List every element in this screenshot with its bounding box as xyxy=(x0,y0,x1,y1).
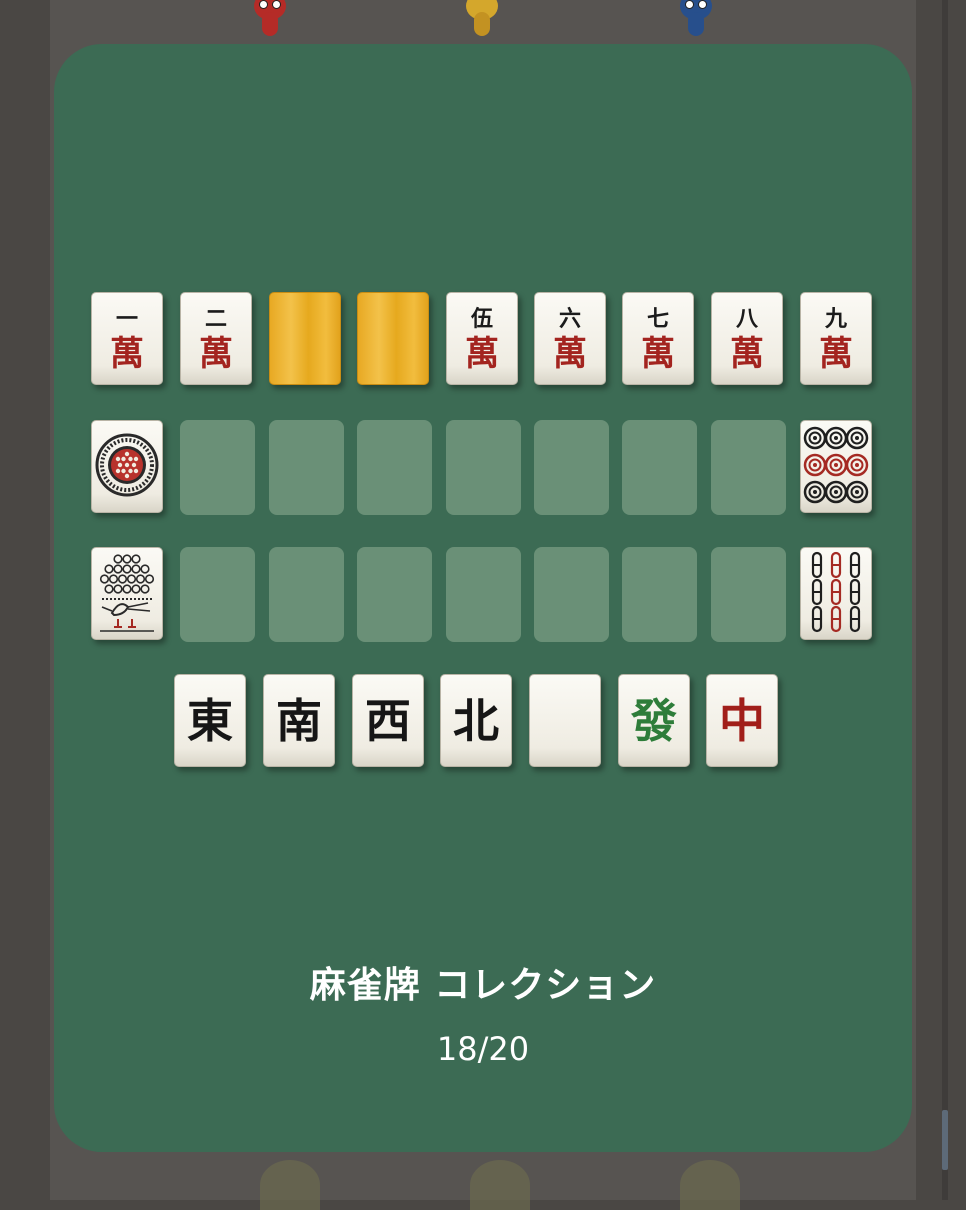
tile-honor-label: 北 xyxy=(453,693,499,748)
yellow-mascot-icon xyxy=(462,0,502,40)
collection-title: 麻雀牌 コレクション xyxy=(309,965,657,1006)
honor-tile[interactable]: 東 xyxy=(174,674,246,767)
sou9-tile[interactable] xyxy=(800,547,872,640)
empty-tile-slot xyxy=(269,420,344,515)
red-mascot-icon xyxy=(250,0,290,40)
tile-suit-label: 萬 xyxy=(553,333,587,374)
blue-mascot-icon xyxy=(676,0,716,40)
honor-tile[interactable]: 北 xyxy=(440,674,512,767)
manzu-tile[interactable]: 七萬 xyxy=(622,292,694,385)
empty-tile-slot xyxy=(357,547,432,642)
peacock-icon xyxy=(94,549,160,639)
tile-honor-label: 發 xyxy=(631,693,677,748)
scrollbar-thumb[interactable] xyxy=(942,1110,948,1170)
tile-number-label: 七 xyxy=(646,305,669,332)
pin9-tile[interactable] xyxy=(800,420,872,513)
tile-honor-label: 西 xyxy=(365,693,411,748)
tile-suit-label: 萬 xyxy=(730,333,764,374)
honor-tile[interactable]: 西 xyxy=(352,674,424,767)
tile-honor-label: 南 xyxy=(276,693,322,748)
empty-tile-slot xyxy=(711,420,786,515)
nine-circles-icon xyxy=(803,424,869,510)
tile-number-label: 伍 xyxy=(470,305,493,332)
hidden-tile[interactable] xyxy=(269,292,341,385)
sou1-tile[interactable] xyxy=(91,547,163,640)
empty-tile-slot xyxy=(180,547,255,642)
honor-tile[interactable]: 南 xyxy=(263,674,335,767)
hidden-tile[interactable] xyxy=(357,292,429,385)
tile-suit-label: 萬 xyxy=(110,333,144,374)
pin1-tile[interactable] xyxy=(91,420,163,513)
nine-bamboo-icon xyxy=(803,549,869,639)
manzu-tile[interactable]: 伍萬 xyxy=(446,292,518,385)
empty-tile-slot xyxy=(446,420,521,515)
tile-number-label: 六 xyxy=(558,305,581,332)
one-circle-icon xyxy=(94,432,160,502)
empty-tile-slot xyxy=(357,420,432,515)
manzu-tile[interactable]: 二萬 xyxy=(180,292,252,385)
tile-number-label: 八 xyxy=(735,305,758,332)
tile-number-label: 二 xyxy=(204,305,227,332)
empty-tile-slot xyxy=(622,420,697,515)
tile-suit-label: 萬 xyxy=(819,333,853,374)
plant-decoration xyxy=(470,1160,530,1210)
scrollbar-track[interactable] xyxy=(942,0,948,1200)
tile-suit-label: 萬 xyxy=(199,333,233,374)
manzu-tile[interactable]: 一萬 xyxy=(91,292,163,385)
tile-honor-label: 中 xyxy=(719,693,765,748)
empty-tile-slot xyxy=(711,547,786,642)
plant-decoration xyxy=(260,1160,320,1210)
empty-tile-slot xyxy=(446,547,521,642)
plant-decoration xyxy=(680,1160,740,1210)
empty-tile-slot xyxy=(534,420,609,515)
collection-count: 18/20 xyxy=(436,1030,530,1068)
empty-tile-slot xyxy=(180,420,255,515)
empty-tile-slot xyxy=(534,547,609,642)
tile-suit-label: 萬 xyxy=(465,333,499,374)
empty-tile-slot xyxy=(269,547,344,642)
manzu-tile[interactable]: 六萬 xyxy=(534,292,606,385)
empty-tile-slot xyxy=(622,547,697,642)
tile-number-label: 一 xyxy=(115,305,138,332)
tile-number-label: 九 xyxy=(824,305,847,332)
tile-suit-label: 萬 xyxy=(641,333,675,374)
honor-tile[interactable]: 中 xyxy=(706,674,778,767)
honor-tile[interactable]: 發 xyxy=(618,674,690,767)
white-dragon-tile[interactable] xyxy=(529,674,601,767)
manzu-tile[interactable]: 九萬 xyxy=(800,292,872,385)
tile-honor-label: 東 xyxy=(187,693,233,748)
manzu-tile[interactable]: 八萬 xyxy=(711,292,783,385)
